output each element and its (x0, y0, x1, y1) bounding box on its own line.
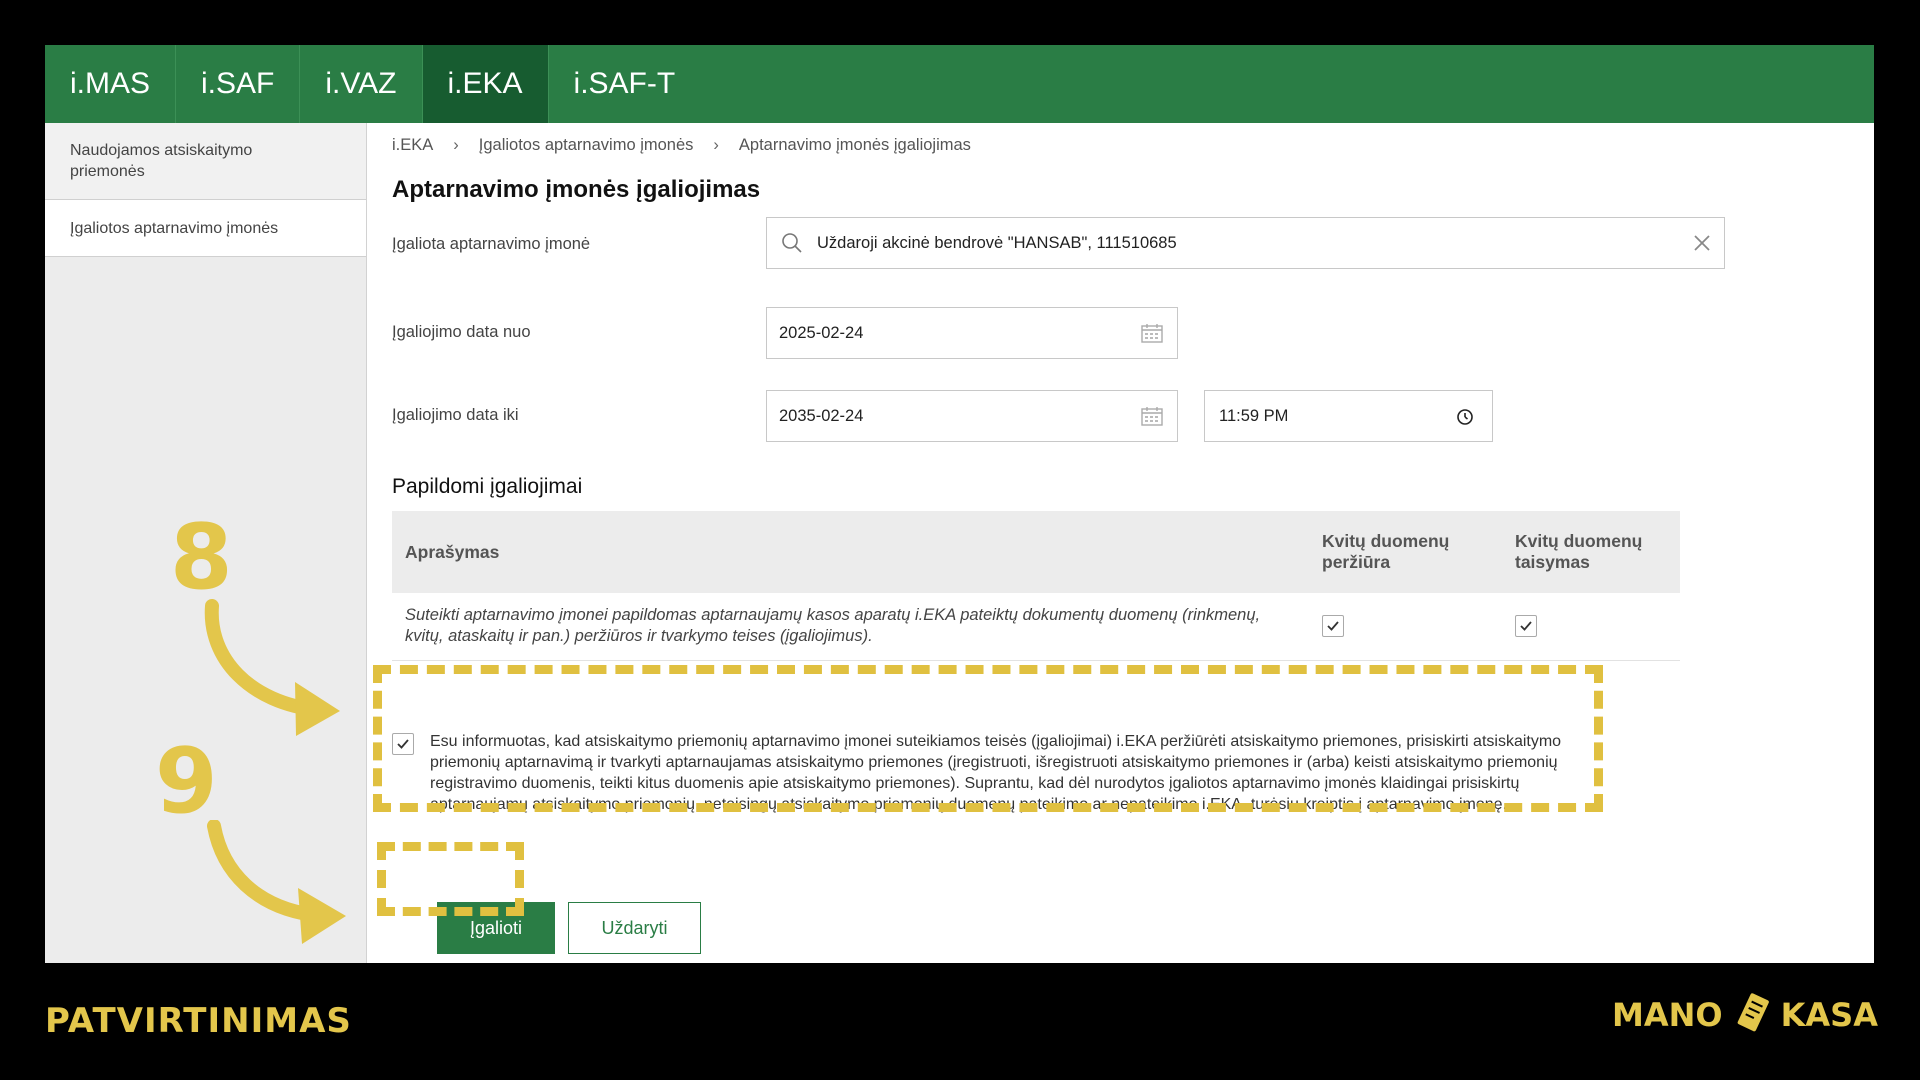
view-permission-cell (1309, 593, 1502, 661)
breadcrumb-item-authorized-companies[interactable]: Įgaliotos aptarnavimo įmonės (479, 136, 694, 155)
date-from-value: 2025-02-24 (779, 323, 864, 342)
breadcrumb-item-ieka[interactable]: i.EKA (392, 136, 433, 155)
step-number-9: 9 (155, 729, 218, 834)
company-value: Uždaroji akcinė bendrovė "HANSAB", 11151… (817, 233, 1177, 252)
date-to-label: Įgaliojimo data iki (392, 406, 519, 424)
check-icon (1520, 621, 1532, 631)
company-search-field[interactable]: Uždaroji akcinė bendrovė "HANSAB", 11151… (766, 217, 1725, 269)
logo-text-right: KASA (1780, 996, 1878, 1034)
top-navigation: i.MAS i.SAF i.VAZ i.EKA i.SAF-T (45, 45, 1874, 123)
sidebar-item-label: Įgaliotos aptarnavimo įmonės (70, 219, 279, 237)
calendar-icon[interactable] (1141, 406, 1163, 426)
additional-permissions-heading: Papildomi įgaliojimai (392, 475, 583, 498)
permissions-table: Aprašymas Kvitų duomenų peržiūra Kvitų d… (392, 511, 1680, 661)
check-icon (1327, 621, 1339, 631)
table-row: Suteikti aptarnavimo įmonei papildomas a… (392, 593, 1680, 661)
tab-imas[interactable]: i.MAS (45, 45, 177, 123)
breadcrumb-separator: › (453, 136, 459, 154)
date-from-input[interactable]: 2025-02-24 (766, 307, 1178, 359)
close-icon[interactable] (1692, 233, 1712, 253)
logo-text-left: MANO (1612, 996, 1723, 1034)
time-value: 11:59 PM (1219, 406, 1289, 425)
arrow-icon (204, 599, 340, 736)
edit-permission-cell (1502, 593, 1680, 661)
page-title: Aptarnavimo įmonės įgaliojimas (392, 176, 761, 203)
close-button[interactable]: Uždaryti (568, 902, 701, 954)
highlight-consent (373, 665, 1603, 812)
sidebar-item-label: Naudojamos atsiskaitymo priemonės (70, 142, 253, 180)
brand-logo: MANO KASA (1612, 985, 1878, 1045)
calendar-icon[interactable] (1141, 323, 1163, 343)
footer-title: PATVIRTINIMAS (45, 1001, 352, 1041)
tab-isaf[interactable]: i.SAF (176, 45, 301, 123)
date-to-value: 2035-02-24 (779, 406, 864, 425)
step-number-8: 8 (170, 505, 233, 610)
date-to-input[interactable]: 2035-02-24 (766, 390, 1178, 442)
edit-permission-checkbox[interactable] (1515, 614, 1537, 637)
column-header-view: Kvitų duomenų peržiūra (1322, 531, 1450, 572)
tab-ivaz[interactable]: i.VAZ (300, 45, 423, 123)
date-from-label: Įgaliojimo data nuo (392, 323, 531, 341)
arrow-icon (207, 820, 346, 944)
view-permission-checkbox[interactable] (1322, 614, 1344, 637)
search-icon (781, 232, 803, 254)
column-header-description: Aprašymas (405, 541, 500, 562)
breadcrumb-item-current: Aptarnavimo įmonės įgaliojimas (738, 136, 971, 154)
company-label: Įgaliota aptarnavimo įmonė (392, 235, 591, 253)
permission-description: Suteikti aptarnavimo įmonei papildomas a… (392, 593, 1309, 661)
sidebar-item-authorized-companies[interactable]: Įgaliotos aptarnavimo įmonės (45, 200, 366, 257)
highlight-authorize-button (377, 842, 524, 916)
tab-ieka[interactable]: i.EKA (422, 45, 549, 123)
tab-isaf-t[interactable]: i.SAF-T (549, 45, 701, 123)
column-header-edit: Kvitų duomenų taisymas (1515, 531, 1643, 572)
breadcrumb: i.EKA › Įgaliotos aptarnavimo įmonės › A… (392, 136, 971, 155)
breadcrumb-separator: › (713, 136, 719, 154)
clock-icon[interactable] (1456, 408, 1474, 426)
time-input[interactable]: 11:59 PM (1204, 390, 1493, 442)
sidebar-item-payment-methods[interactable]: Naudojamos atsiskaitymo priemonės (45, 123, 366, 200)
receipt-icon (1727, 988, 1777, 1042)
table-header-row: Aprašymas Kvitų duomenų peržiūra Kvitų d… (392, 511, 1680, 593)
main-content: i.EKA › Įgaliotos aptarnavimo įmonės › A… (392, 123, 1852, 963)
